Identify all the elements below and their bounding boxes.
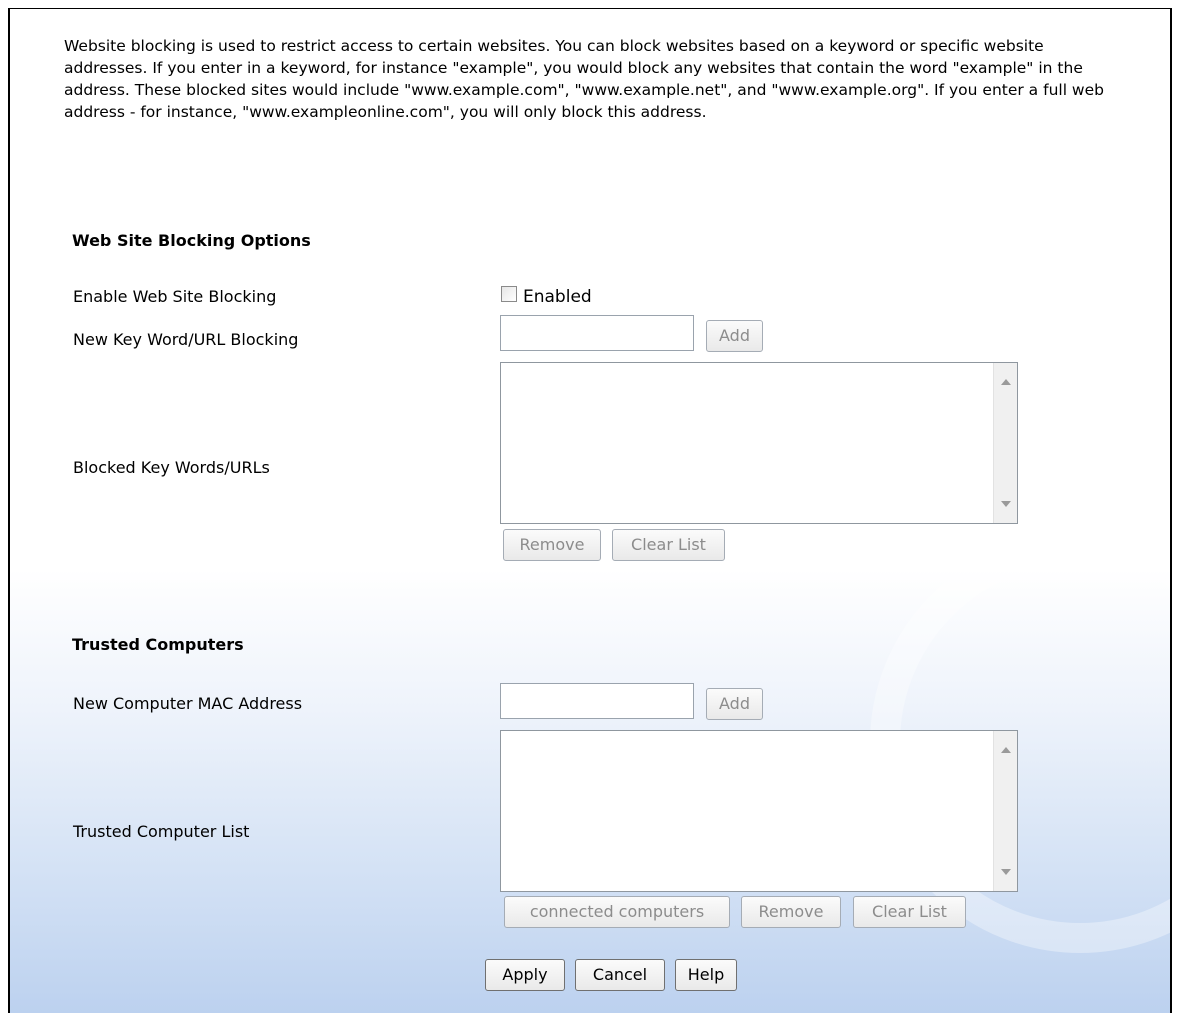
web-blocking-section-title: Web Site Blocking Options <box>72 231 311 250</box>
trusted-list-scrollbar[interactable] <box>993 731 1017 891</box>
trusted-computers-section-title: Trusted Computers <box>72 635 244 654</box>
intro-paragraph: Website blocking is used to restrict acc… <box>64 37 1104 121</box>
trusted-list-label: Trusted Computer List <box>73 822 250 841</box>
blocked-list-label: Blocked Key Words/URLs <box>73 458 270 477</box>
new-keyword-url-input[interactable] <box>500 315 694 351</box>
new-mac-address-input[interactable] <box>500 683 694 719</box>
add-keyword-button[interactable]: Add <box>706 320 763 352</box>
clear-blocked-list-button[interactable]: Clear List <box>612 529 725 561</box>
trusted-computer-listbox[interactable] <box>500 730 1018 892</box>
add-mac-button[interactable]: Add <box>706 688 763 720</box>
enable-web-blocking-checkbox[interactable] <box>501 286 517 302</box>
blocked-keywords-listbox[interactable] <box>500 362 1018 524</box>
scroll-down-arrow-icon[interactable] <box>1001 869 1011 875</box>
enable-web-blocking-label: Enable Web Site Blocking <box>73 287 277 306</box>
new-keyword-url-label: New Key Word/URL Blocking <box>73 330 299 349</box>
content-panel: Website blocking is used to restrict acc… <box>8 8 1172 1013</box>
clear-trusted-list-button[interactable]: Clear List <box>853 896 966 928</box>
remove-blocked-button[interactable]: Remove <box>503 529 601 561</box>
apply-button[interactable]: Apply <box>485 959 565 991</box>
enabled-checkbox-label[interactable]: Enabled <box>523 287 592 307</box>
scroll-down-arrow-icon[interactable] <box>1001 501 1011 507</box>
clipped-header-strip <box>0 0 1180 8</box>
help-button[interactable]: Help <box>675 959 737 991</box>
scroll-up-arrow-icon[interactable] <box>1001 379 1011 385</box>
remove-trusted-button[interactable]: Remove <box>741 896 841 928</box>
blocked-list-scrollbar[interactable] <box>993 363 1017 523</box>
connected-computers-button[interactable]: connected computers <box>504 896 730 928</box>
cancel-button[interactable]: Cancel <box>575 959 665 991</box>
new-mac-address-label: New Computer MAC Address <box>73 694 303 713</box>
scroll-up-arrow-icon[interactable] <box>1001 747 1011 753</box>
